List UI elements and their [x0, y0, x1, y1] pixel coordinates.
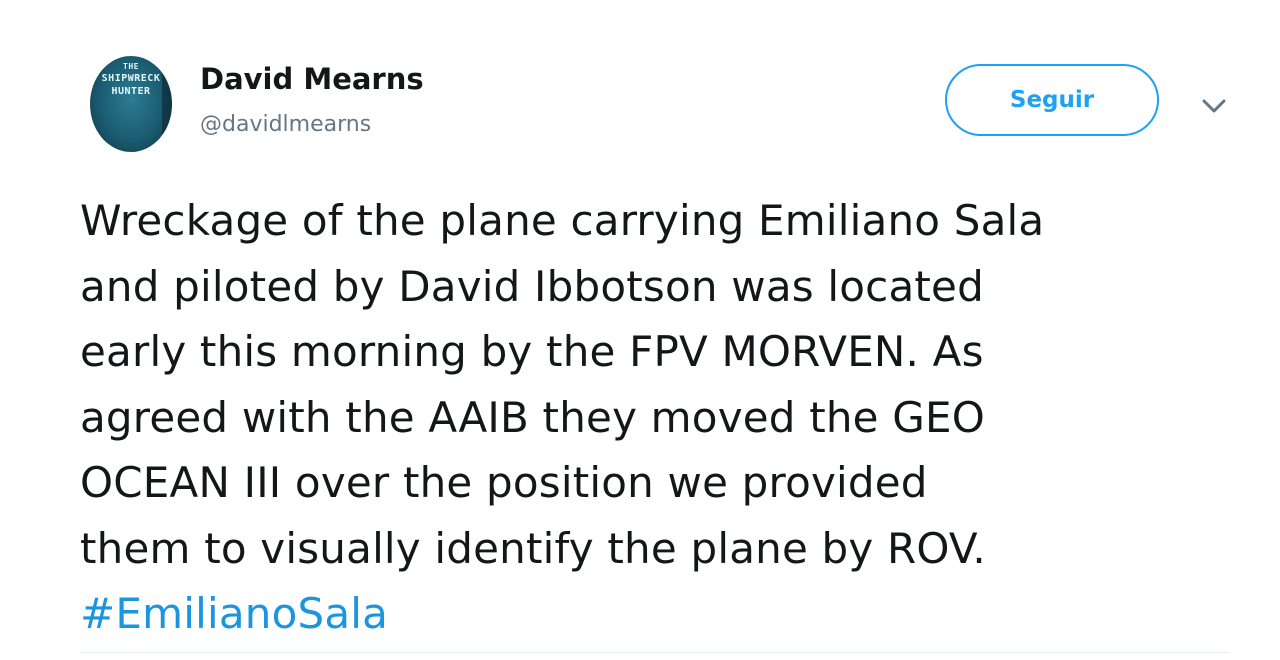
user-handle[interactable]: @davidlmearns	[200, 112, 371, 137]
avatar-text-line: HUNTER	[111, 86, 151, 97]
tweet-text-line: agreed with the AAIB they moved the GEO	[80, 392, 986, 442]
tweet-text-line: OCEAN III over the position we provided	[80, 458, 928, 507]
tweet-card: THE SHIPWRECK HUNTER David Mearns @david…	[0, 0, 1280, 660]
avatar-book-spine	[162, 56, 172, 152]
avatar-book-cover: THE SHIPWRECK HUNTER	[90, 56, 172, 152]
avatar-text-line: SHIPWRECK	[101, 73, 161, 84]
user-display-name[interactable]: David Mearns	[200, 62, 424, 96]
tweet-text-line: and piloted by David Ibbotson was locate…	[80, 261, 984, 311]
chevron-down-icon-graphic	[1202, 99, 1226, 113]
tweet-hashtag-line: #EmilianoSala	[80, 581, 1250, 647]
hashtag-link[interactable]: #EmilianoSala	[80, 589, 388, 638]
follow-button[interactable]: Seguir	[945, 64, 1159, 136]
avatar[interactable]: THE SHIPWRECK HUNTER	[90, 56, 172, 152]
avatar-text-line: THE	[123, 62, 139, 71]
tweet-text-line: Wreckage of the plane carrying Emiliano …	[80, 196, 1045, 245]
tweet-text-line: early this morning by the FPV MORVEN. As	[80, 327, 984, 376]
tweet-text-line: them to visually identify the plane by R…	[80, 523, 986, 573]
tweet-text: Wreckage of the plane carrying Emiliano …	[80, 188, 1250, 647]
chevron-down-icon[interactable]	[1198, 94, 1230, 118]
divider	[80, 652, 1230, 653]
